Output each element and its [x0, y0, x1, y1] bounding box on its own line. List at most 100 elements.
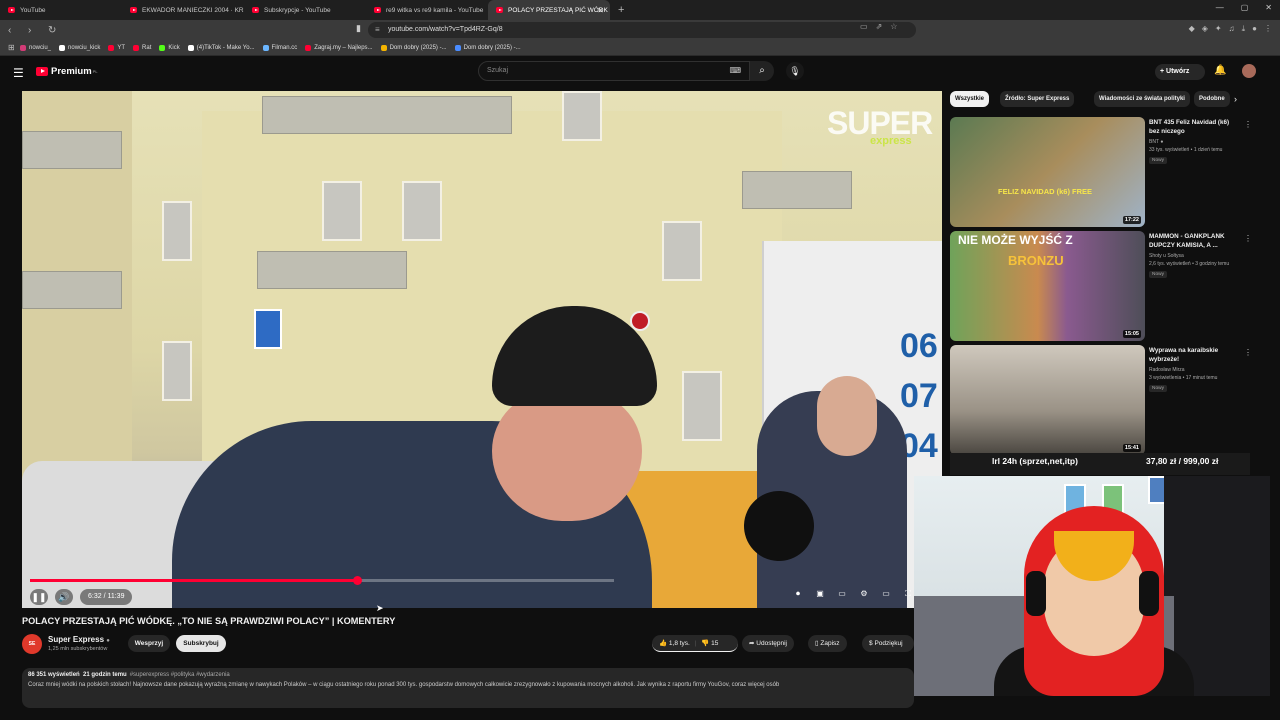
- bookmark-item[interactable]: Kick: [159, 44, 180, 51]
- recommendation-title: Wyprawa na karaibskie wybrzeże!: [1149, 347, 1219, 363]
- puzzle-icon[interactable]: ✦: [1215, 24, 1222, 34]
- bookmark-item[interactable]: Dom dobry (2025) -...: [454, 44, 521, 51]
- miniplayer-icon[interactable]: ▭: [834, 589, 850, 599]
- recommendation-thumbnail[interactable]: FELIZ NAVIDAD (k6) FREE 17:22: [950, 117, 1145, 227]
- recommendation-thumbnail[interactable]: NIE MOŻE WYJŚĆ Z BRONZU 15:05: [950, 231, 1145, 341]
- subscribe-button[interactable]: Subskrybuj: [176, 635, 226, 652]
- create-button[interactable]: + Utwórz: [1155, 64, 1205, 80]
- extension-icon[interactable]: ◆: [1189, 24, 1195, 34]
- share-button[interactable]: ➦ Udostępnij: [742, 635, 794, 652]
- youtube-icon: [374, 7, 381, 13]
- browser-tab[interactable]: EKWADOR MANIECZKI 2004 · KR: [122, 0, 244, 20]
- hashtags[interactable]: #superexpress #polityka #wydarzenia: [130, 672, 230, 678]
- youtube-premium-logo[interactable]: Premium PL: [36, 66, 98, 77]
- site-info-icon[interactable]: ≡: [375, 22, 380, 38]
- webcam-overlay: [914, 476, 1270, 696]
- movie-icon: [380, 44, 387, 51]
- video-window: [162, 341, 192, 401]
- chip-source[interactable]: Źródło: Super Express: [1000, 91, 1075, 107]
- profile-icon[interactable]: ●: [1252, 24, 1257, 34]
- save-button[interactable]: ▯ Zapisz: [808, 635, 847, 652]
- headphones-icon: [1026, 571, 1046, 616]
- apps-icon[interactable]: ⊞: [8, 43, 20, 52]
- recommendation-meta: 33 tys. wyświetleń • 1 dzień temu: [1149, 147, 1223, 153]
- bookmark-item[interactable]: nowciu_: [20, 44, 51, 51]
- search-input[interactable]: Szukaj ⌨: [478, 61, 750, 81]
- volume-icon: 🔊: [58, 592, 70, 602]
- video-player[interactable]: 06 07 04 SUPER express ❚❚ 🔊 6:32 / 11:39 ⏺…: [22, 91, 942, 608]
- subtitles-icon[interactable]: ▣: [812, 589, 828, 599]
- chevron-right-icon[interactable]: ›: [1234, 94, 1237, 104]
- share-icon[interactable]: ⇗: [876, 22, 883, 31]
- maximize-icon[interactable]: ▢: [1241, 3, 1249, 12]
- video-progress-bar[interactable]: [30, 576, 614, 585]
- browser-tab-active[interactable]: POLACY PRZESTAJĄ PIĆ WÓDK ✕: [488, 0, 610, 20]
- avatar[interactable]: [1242, 64, 1256, 78]
- bookmark-item[interactable]: YT: [108, 44, 125, 51]
- description-box[interactable]: 86 351 wyświetleń 21 godzin temu #superex…: [22, 668, 914, 708]
- bookmark-icon[interactable]: ▮: [356, 23, 361, 34]
- bookmark-item[interactable]: (4)TikTok - Make Yo...: [187, 44, 255, 51]
- theater-mode-icon[interactable]: ▭: [878, 589, 894, 599]
- donation-goal-label: lrl 24h (sprzet,net,itp): [992, 456, 1078, 466]
- extension-icon[interactable]: ◈: [1202, 24, 1208, 34]
- video-balcony: [262, 96, 512, 134]
- forward-icon[interactable]: ›: [28, 25, 40, 36]
- bookmark-item[interactable]: Zagraj.my – Najleps...: [305, 44, 373, 51]
- video-balcony: [22, 131, 122, 169]
- pause-button[interactable]: ❚❚: [30, 589, 48, 605]
- more-options-icon[interactable]: ⋮: [1244, 348, 1252, 357]
- channel-name[interactable]: Super Express ●: [48, 635, 110, 644]
- chip-politics[interactable]: Wiadomości ze świata polityki: [1094, 91, 1190, 107]
- cast-icon[interactable]: ▭: [860, 22, 868, 31]
- video-title: POLACY PRZESTAJĄ PIĆ WÓDKĘ. „TO NIE SĄ P…: [22, 616, 396, 626]
- chip-all[interactable]: Wszystkie: [950, 91, 990, 107]
- menu-dots-icon[interactable]: ⋮: [1264, 24, 1272, 34]
- channel-avatar[interactable]: SE: [22, 634, 42, 654]
- description-text: Coraz mniej wódki na polskich stołach! N…: [28, 682, 780, 688]
- autoplay-toggle-icon[interactable]: ⏺: [790, 589, 806, 599]
- browser-tab[interactable]: YouTube: [0, 0, 122, 20]
- recommendation-thumbnail[interactable]: 15:41: [950, 345, 1145, 455]
- media-icon[interactable]: ♫: [1229, 24, 1235, 34]
- more-options-icon[interactable]: ⋮: [1244, 120, 1252, 129]
- dislike-button[interactable]: 👎 15: [701, 640, 718, 647]
- minimize-icon[interactable]: —: [1216, 3, 1224, 12]
- like-button[interactable]: 👍 1,8 tys.: [659, 640, 690, 647]
- bookmark-save-icon: ▯: [815, 640, 819, 647]
- url-field[interactable]: ≡ youtube.com/watch?v=Tpd4RZ-Gq/8: [368, 22, 916, 38]
- recommendation-item[interactable]: 15:41 Wyprawa na karaibskie wybrzeże! Ra…: [950, 345, 1252, 455]
- browser-tab[interactable]: re9 witka vs re9 kamila - YouTube: [366, 0, 488, 20]
- thanks-button[interactable]: $ Podziękuj: [862, 635, 914, 652]
- progress-scrubber[interactable]: [353, 576, 363, 585]
- hamburger-menu-icon[interactable]: ☰: [13, 66, 24, 80]
- bookmark-item[interactable]: Dom dobry (2025) -...: [380, 44, 447, 51]
- chip-similar[interactable]: Podobne: [1194, 91, 1230, 107]
- video-window: [322, 181, 362, 241]
- bookmark-item[interactable]: Filman.cc: [262, 44, 297, 51]
- browser-tab[interactable]: Subskrypcje - YouTube: [244, 0, 366, 20]
- star-icon[interactable]: ☆: [890, 22, 897, 31]
- settings-icon[interactable]: ⚙: [856, 589, 872, 599]
- voice-search-button[interactable]: 🎙: [786, 62, 804, 80]
- download-icon[interactable]: ⤓: [1242, 24, 1246, 34]
- mute-button[interactable]: 🔊: [55, 589, 73, 605]
- bookmark-item[interactable]: nowciu_kick: [59, 44, 100, 51]
- search-button[interactable]: ⌕: [750, 61, 774, 81]
- recommendation-item[interactable]: NIE MOŻE WYJŚĆ Z BRONZU 15:05 MAMMON - G…: [950, 231, 1252, 341]
- more-options-icon[interactable]: ⋮: [1244, 234, 1252, 243]
- notifications-bell-icon[interactable]: 🔔: [1214, 65, 1226, 76]
- support-button[interactable]: Wesprzyj: [128, 635, 170, 652]
- new-tab-button[interactable]: +: [618, 4, 624, 16]
- recommendation-item[interactable]: FELIZ NAVIDAD (k6) FREE 17:22 BNT 435 Fe…: [950, 117, 1252, 227]
- bookmark-item[interactable]: Rat: [133, 44, 151, 51]
- close-tab-icon[interactable]: ✕: [597, 6, 604, 15]
- video-window: [402, 181, 442, 241]
- reload-icon[interactable]: ↻: [48, 25, 60, 36]
- time-display: 6:32 / 11:39: [80, 589, 133, 605]
- window-controls: — ▢ ✕: [1216, 3, 1272, 12]
- close-window-icon[interactable]: ✕: [1265, 3, 1272, 12]
- back-icon[interactable]: ‹: [8, 25, 20, 36]
- keyboard-icon[interactable]: ⌨: [729, 62, 741, 80]
- tiktok-icon: [187, 44, 194, 51]
